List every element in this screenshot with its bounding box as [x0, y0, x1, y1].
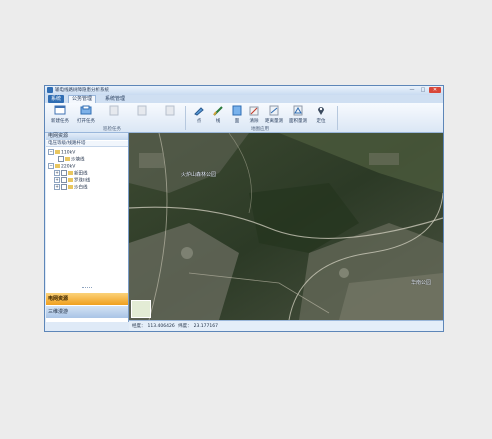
- tree-node-label: 新田线: [74, 171, 88, 177]
- nav-3d-roaming[interactable]: 三维漫游: [46, 306, 128, 318]
- distance-measure-button[interactable]: 距离量测: [261, 105, 287, 125]
- ribbon-toolbar: 新建任务 打开任务 巡检任务 点 线 面 清除 距离量测 面积量测 定位 地图应…: [45, 103, 443, 133]
- map-overview[interactable]: [131, 300, 151, 318]
- folder-icon: [55, 164, 60, 168]
- point-icon: [194, 107, 204, 116]
- maximize-button[interactable]: □: [418, 87, 428, 93]
- tree-node-line[interactable]: 沙塘线: [58, 156, 85, 163]
- tree-node-line[interactable]: + 新田线: [54, 170, 88, 177]
- expander[interactable]: −: [48, 149, 54, 155]
- folder-icon: [68, 178, 73, 182]
- open-task-icon: [80, 105, 92, 115]
- locate-icon: [318, 107, 324, 115]
- latitude-value: 23.177167: [193, 324, 218, 329]
- close-button[interactable]: ✕: [429, 87, 441, 93]
- task-group-label: 巡检任务: [103, 127, 121, 132]
- longitude-value: 113.406426: [147, 324, 175, 329]
- tree-node-label: 220kV: [61, 164, 76, 170]
- title-bar: 输电线路树障隐患分析系统 — □ ✕: [45, 86, 443, 95]
- clear-icon: [249, 106, 259, 116]
- disabled-tool-button[interactable]: [101, 105, 127, 125]
- tree-node-label: 沙白线: [74, 185, 88, 191]
- distance-measure-icon: [269, 105, 279, 116]
- tree-node-220kv[interactable]: − 220kV: [48, 163, 76, 170]
- expander[interactable]: +: [54, 177, 60, 183]
- map-place-label: 华南公园: [411, 280, 432, 286]
- disabled-tool-icon: [165, 105, 175, 116]
- expander[interactable]: +: [54, 184, 60, 190]
- disabled-tool-button[interactable]: [129, 105, 155, 125]
- new-task-button[interactable]: 新建任务: [47, 105, 73, 125]
- locate-button[interactable]: 定位: [308, 105, 334, 125]
- minimize-button[interactable]: —: [407, 87, 417, 93]
- tree-header: 电压等级/线路杆塔: [46, 141, 128, 147]
- app-window: 输电线路树障隐患分析系统 — □ ✕ 系统 公务管理 系统管理 新建任务 打开任…: [44, 85, 444, 332]
- map-place-label: 火炉山森林公园: [181, 172, 217, 178]
- panel-title: 电网资源: [46, 133, 128, 140]
- expander[interactable]: +: [54, 170, 60, 176]
- disabled-tool-icon: [109, 105, 119, 116]
- tab-system-management[interactable]: 系统管理: [102, 95, 128, 103]
- checkbox[interactable]: [58, 156, 64, 162]
- ribbon-separator: [337, 106, 338, 130]
- panel-splitter[interactable]: [82, 287, 92, 290]
- nav-grid-resources[interactable]: 电网资源: [46, 293, 128, 305]
- menu-bar: 系统 公务管理 系统管理: [45, 95, 443, 103]
- window-title: 输电线路树障隐患分析系统: [55, 88, 109, 93]
- disabled-tool-icon: [137, 105, 147, 116]
- status-bar: 经度： 113.406426 纬度： 23.177167: [129, 320, 443, 331]
- latitude-label: 纬度：: [178, 324, 192, 329]
- open-task-button[interactable]: 打开任务: [73, 105, 99, 125]
- tree-node-line[interactable]: + 沙白线: [54, 184, 88, 191]
- checkbox[interactable]: [61, 170, 67, 176]
- tree-node-110kv[interactable]: − 110kV: [48, 149, 76, 156]
- longitude-label: 经度：: [132, 324, 146, 329]
- tree-node-label: 沙塘线: [71, 157, 85, 163]
- new-task-icon: [54, 105, 66, 115]
- tree-node-line[interactable]: + 罗珠II线: [54, 177, 91, 184]
- line-icon: [213, 106, 223, 116]
- satellite-map[interactable]: 火炉山森林公园 华南公园: [129, 133, 443, 320]
- tab-public-management[interactable]: 公务管理: [68, 95, 97, 103]
- disabled-tool-button[interactable]: [157, 105, 183, 125]
- folder-icon: [55, 150, 60, 154]
- area-measure-icon: [293, 105, 303, 116]
- checkbox[interactable]: [61, 177, 67, 183]
- tree-node-label: 110kV: [61, 150, 76, 156]
- checkbox[interactable]: [61, 184, 67, 190]
- folder-icon: [68, 185, 73, 189]
- expander[interactable]: −: [48, 163, 54, 169]
- menu-system[interactable]: 系统: [48, 95, 65, 103]
- map-imagery: [129, 133, 443, 320]
- map-group-label: 地图应用: [251, 127, 269, 132]
- folder-icon: [68, 171, 73, 175]
- app-icon: [47, 87, 53, 93]
- tree-node-label: 罗珠II线: [74, 178, 91, 184]
- sidebar: 电网资源 电压等级/线路杆塔 − 110kV 沙塘线 − 220kV + 新田线 + 罗…: [46, 133, 129, 322]
- folder-icon: [65, 157, 70, 161]
